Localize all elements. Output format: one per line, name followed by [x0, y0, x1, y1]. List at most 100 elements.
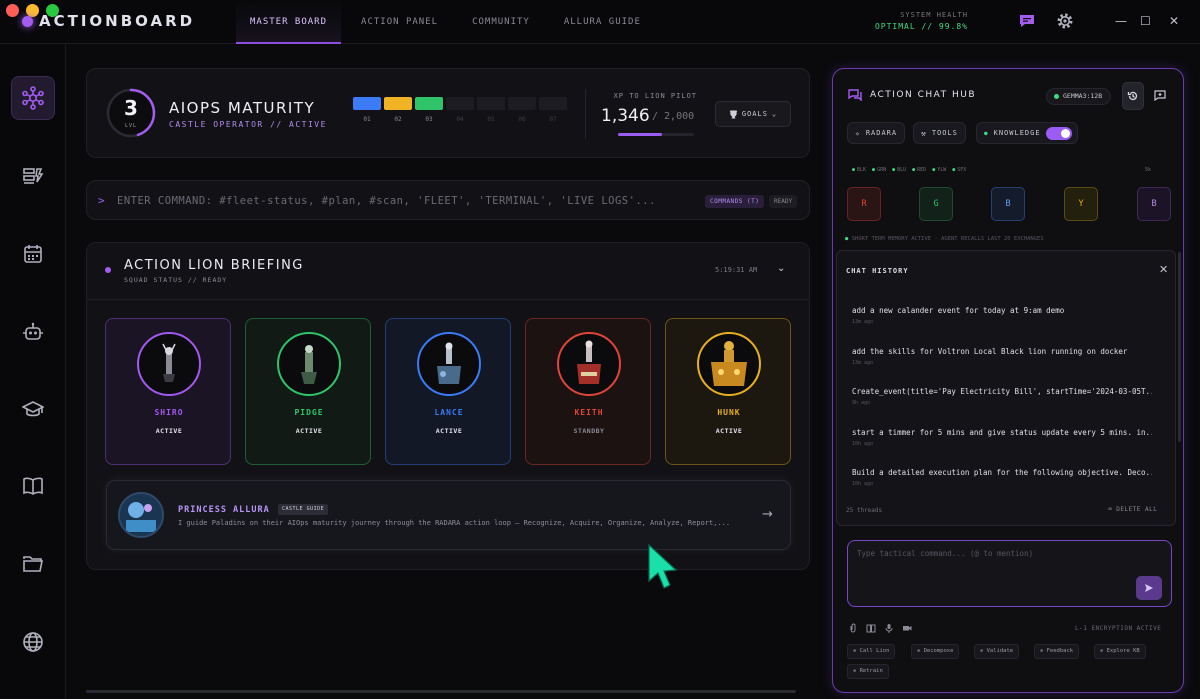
- quick-action-call-lion[interactable]: Call Lion: [847, 644, 896, 659]
- memory-status: ● SHORT TERM MEMORY ACTIVE · AGENT RECAL…: [845, 236, 1044, 242]
- history-item[interactable]: Create_event(title='Pay Electricity Bill…: [852, 387, 1152, 406]
- history-item[interactable]: add a new calander event for today at 9:…: [852, 306, 1152, 325]
- lion-tile-1[interactable]: R: [847, 187, 881, 221]
- paladin-card-hunk[interactable]: HUNK ACTIVE: [665, 318, 791, 465]
- tools-pill[interactable]: ⚒ TOOLS: [913, 122, 966, 144]
- command-bar: > COMMANDS (T) READY: [86, 180, 810, 220]
- paladin-card-pidge[interactable]: PIDGE ACTIVE: [245, 318, 371, 465]
- encryption-status: L-1 ENCRYPTION ACTIVE: [1075, 625, 1162, 632]
- step-bar: [446, 97, 474, 110]
- step-number: 01: [363, 116, 371, 123]
- tasks-icon: [23, 168, 44, 184]
- knowledge-toggle[interactable]: [1045, 126, 1072, 140]
- close-icon[interactable]: ✕: [1159, 263, 1168, 276]
- history-text: start a timmer for 5 mins and give statu…: [852, 428, 1152, 437]
- sidebar-item-network[interactable]: [11, 76, 55, 120]
- lion-tile-3[interactable]: B: [991, 187, 1025, 221]
- minimize-button[interactable]: —: [1115, 14, 1127, 28]
- knowledge-pill[interactable]: ● KNOWLEDGE: [976, 122, 1078, 144]
- composer-tools: [849, 623, 912, 633]
- history-item[interactable]: start a timmer for 5 mins and give statu…: [852, 428, 1152, 447]
- lion-tile-5[interactable]: B: [1137, 187, 1171, 221]
- delete-all-label: DELETE ALL: [1116, 506, 1158, 513]
- quick-action-decompose[interactable]: Decompose: [911, 644, 960, 659]
- legend-item: YLW: [932, 167, 946, 173]
- new-chat-button[interactable]: [1149, 82, 1171, 110]
- close-window-dot[interactable]: [6, 4, 19, 17]
- guide-card[interactable]: PRINCESS ALLURA CASTLE GUIDE I guide Pal…: [106, 480, 791, 550]
- video-icon[interactable]: [902, 623, 912, 633]
- paladin-status: ACTIVE: [715, 427, 743, 435]
- tab-community[interactable]: COMMUNITY: [458, 0, 544, 44]
- sidebar-item-web[interactable]: [11, 620, 55, 664]
- sidebar-item-learning[interactable]: [11, 388, 55, 432]
- maximize-button[interactable]: ☐: [1140, 14, 1151, 28]
- maturity-step: 05: [477, 97, 505, 123]
- paladin-avatar: [417, 332, 481, 396]
- mouse-cursor-icon: [648, 543, 678, 589]
- goals-button[interactable]: GOALS ⌄: [715, 101, 791, 127]
- sidebar-item-agents[interactable]: [11, 310, 55, 354]
- tab-allura-guide[interactable]: ALLURA GUIDE: [550, 0, 655, 44]
- paladin-name: HUNK: [717, 408, 741, 417]
- history-item[interactable]: Build a detailed execution plan for the …: [852, 468, 1152, 487]
- maturity-step: 03: [415, 97, 443, 123]
- maturity-subtitle: CASTLE OPERATOR // ACTIVE: [169, 120, 327, 129]
- quick-action-retrain[interactable]: Retrain: [847, 664, 889, 679]
- system-health: SYSTEM HEALTH OPTIMAL // 99.8%: [870, 11, 968, 31]
- quick-action-validate[interactable]: Validate: [974, 644, 1020, 659]
- history-button[interactable]: [1122, 82, 1144, 110]
- close-button[interactable]: ✕: [1169, 14, 1179, 28]
- tab-master-board[interactable]: MASTER BOARD: [236, 0, 342, 44]
- chat-bubble-icon[interactable]: [1018, 12, 1036, 30]
- gear-icon[interactable]: [1056, 12, 1074, 30]
- paladin-avatar: [697, 332, 761, 396]
- paperclip-icon[interactable]: [849, 623, 857, 633]
- legend-item: GRN: [872, 167, 886, 173]
- paladin-card-shiro[interactable]: SHIRO ACTIVE: [105, 318, 231, 465]
- sidebar-item-calendar[interactable]: [11, 232, 55, 276]
- history-item[interactable]: add the skills for Voltron Local Black l…: [852, 347, 1152, 366]
- system-health-label: SYSTEM HEALTH: [900, 11, 968, 19]
- book-icon[interactable]: [866, 623, 876, 633]
- history-scrollbar[interactable]: [1178, 252, 1181, 442]
- legend-item: SFX: [952, 167, 966, 173]
- main-nav: MASTER BOARD ACTION PANEL COMMUNITY ALLU…: [236, 0, 661, 44]
- guide-name: PRINCESS ALLURA: [178, 505, 270, 515]
- send-button[interactable]: [1136, 576, 1162, 600]
- sidebar-item-library[interactable]: [11, 464, 55, 508]
- chat-history-title: CHAT HISTORY: [846, 267, 909, 275]
- sparkle-icon: ✧: [855, 128, 861, 138]
- calendar-icon: [24, 245, 42, 263]
- sidebar-item-tasks[interactable]: [11, 154, 55, 198]
- knowledge-label: KNOWLEDGE: [993, 129, 1041, 137]
- horizontal-scrollbar[interactable]: [86, 690, 796, 693]
- paladin-card-lance[interactable]: LANCE ACTIVE: [385, 318, 511, 465]
- maturity-step: 04: [446, 97, 474, 123]
- sidebar-item-files[interactable]: [11, 542, 55, 586]
- history-time: 9h ago: [852, 400, 871, 406]
- paladin-status: ACTIVE: [155, 427, 183, 435]
- lion-tile-4[interactable]: Y: [1064, 187, 1098, 221]
- message-input[interactable]: [857, 549, 1127, 569]
- sidebar: [0, 44, 66, 699]
- model-selector[interactable]: GEMMA3:12B: [1046, 88, 1112, 105]
- lion-tile-2[interactable]: G: [919, 187, 953, 221]
- radara-pill[interactable]: ✧ RADARA: [847, 122, 906, 144]
- command-input[interactable]: [117, 189, 677, 213]
- quick-action-explore-kb[interactable]: Explore KB: [1094, 644, 1146, 659]
- step-number: 07: [549, 116, 557, 123]
- delete-all-button[interactable]: ⌫ DELETE ALL: [1108, 506, 1157, 513]
- paladin-card-keith[interactable]: KEITH STANDBY: [525, 318, 651, 465]
- briefing-time: 5:19:31 AM: [715, 266, 758, 274]
- paladin-status: ACTIVE: [295, 427, 323, 435]
- step-number: 03: [425, 116, 433, 123]
- quick-action-feedback[interactable]: Feedback: [1034, 644, 1080, 659]
- tab-action-panel[interactable]: ACTION PANEL: [347, 0, 452, 44]
- top-bar: ACTIONBOARD MASTER BOARD ACTION PANEL CO…: [0, 0, 1200, 44]
- commands-shortcut-badge[interactable]: COMMANDS (T): [705, 195, 765, 208]
- collapse-chevron-icon[interactable]: ⌄: [777, 263, 785, 274]
- arrow-right-icon[interactable]: →: [762, 507, 773, 522]
- book-icon: [23, 477, 43, 495]
- microphone-icon[interactable]: [885, 623, 893, 633]
